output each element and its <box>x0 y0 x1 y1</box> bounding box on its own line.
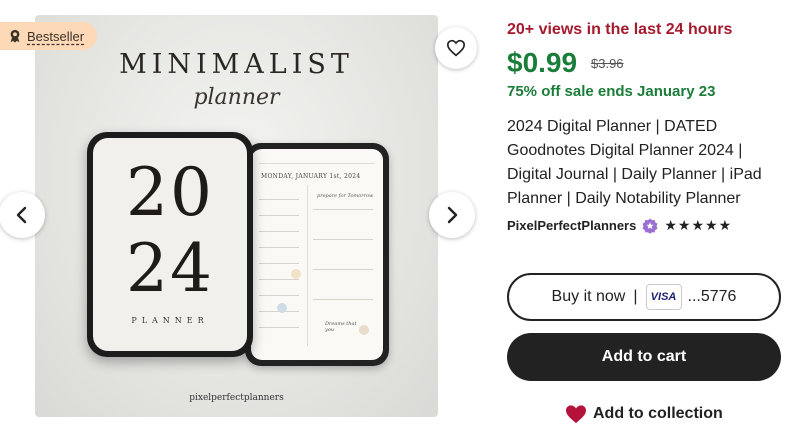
chevron-left-icon <box>16 206 27 224</box>
planner-line <box>313 209 373 210</box>
sale-notice: 75% off sale ends January 23 <box>507 83 716 100</box>
bestseller-label: Bestseller <box>27 28 85 44</box>
original-price: $3.96 <box>591 56 624 71</box>
planner-line <box>259 279 299 280</box>
add-to-collection-label: Add to collection <box>593 405 723 422</box>
planner-sticker <box>277 303 287 313</box>
planner-line <box>313 299 373 300</box>
planner-divider <box>307 185 308 346</box>
add-to-cart-button[interactable]: Add to cart <box>507 333 781 381</box>
cover-year-bottom: 24 <box>126 230 214 307</box>
planner-sticker <box>359 325 369 335</box>
cover-year-top: 20 <box>126 154 214 231</box>
star-seller-badge-icon[interactable] <box>642 218 658 234</box>
shop-name-link[interactable]: PixelPerfectPlanners <box>507 218 636 233</box>
image-brand-caption: pixelperfectplanners <box>189 393 284 403</box>
views-notice: 20+ views in the last 24 hours <box>507 21 733 38</box>
planner-line <box>259 327 299 328</box>
shop-row: PixelPerfectPlanners ★★★★★ <box>507 217 732 234</box>
planner-sticker <box>291 269 301 279</box>
buy-separator: | <box>633 288 638 305</box>
planner-line <box>259 295 299 296</box>
image-title: MINIMALIST <box>119 49 354 80</box>
buy-it-now-button[interactable]: Buy it now | VISA ...5776 <box>507 273 781 321</box>
bestseller-badge[interactable]: Bestseller <box>0 22 97 50</box>
tablet-front-mockup: 20 24 PLANNER <box>87 132 253 357</box>
listing-image[interactable]: MINIMALIST planner MONDAY, JANUARY 1st, … <box>35 15 438 417</box>
tablet-back-mockup: MONDAY, JANUARY 1st, 2024 prepare for To… <box>245 143 389 366</box>
planner-cover-screen: 20 24 PLANNER <box>93 138 247 351</box>
planner-line <box>313 239 373 240</box>
planner-line <box>313 269 373 270</box>
planner-line <box>259 231 299 232</box>
sale-price: $0.99 <box>507 47 578 78</box>
image-subtitle: planner <box>193 85 280 110</box>
chevron-right-icon <box>447 206 458 224</box>
previous-image-button[interactable] <box>0 192 45 238</box>
next-image-button[interactable] <box>429 192 475 238</box>
planner-page-screen: MONDAY, JANUARY 1st, 2024 prepare for To… <box>251 149 383 360</box>
favorite-button[interactable] <box>435 27 477 69</box>
planner-line <box>259 199 299 200</box>
planner-page-header: MONDAY, JANUARY 1st, 2024 <box>261 173 361 180</box>
product-title: 2024 Digital Planner | DATED Goodnotes D… <box>507 118 762 207</box>
buy-it-now-label: Buy it now <box>551 288 626 305</box>
card-last-digits: ...5776 <box>687 288 737 305</box>
add-to-collection-button[interactable]: Add to collection <box>565 404 723 424</box>
rating-stars[interactable]: ★★★★★ <box>664 217 732 234</box>
planner-line <box>259 247 299 248</box>
cover-planner-word: PLANNER <box>131 316 209 325</box>
heart-outline-icon <box>446 39 466 57</box>
planner-line <box>259 215 299 216</box>
planner-month-tabs <box>259 157 375 164</box>
heart-filled-icon <box>566 405 586 424</box>
visa-card-icon: VISA <box>645 284 682 310</box>
planner-line <box>259 263 299 264</box>
award-icon <box>10 29 20 43</box>
planner-note: prepare for Tomorrow <box>317 193 374 199</box>
